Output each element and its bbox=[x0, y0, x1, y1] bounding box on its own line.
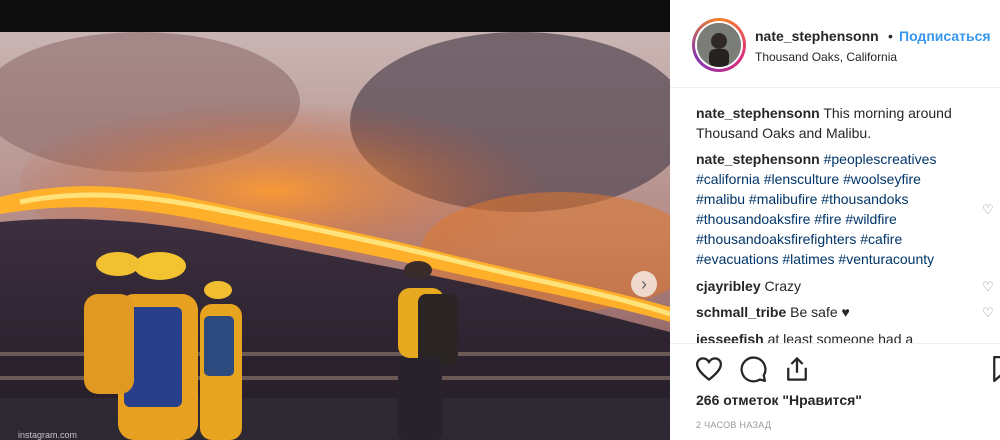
hashtag-line[interactable]: #evacuations #latimes #venturacounty bbox=[696, 251, 934, 267]
likes-count[interactable]: 266 отметок "Нравится" bbox=[696, 392, 862, 408]
chevron-right-icon: › bbox=[641, 273, 647, 294]
hashtag-line[interactable]: #thousandoaksfire #fire #wildfire bbox=[696, 211, 897, 227]
caption-text-line-2: Thousand Oaks and Malibu. bbox=[696, 125, 872, 141]
post-author-username[interactable]: nate_stephensonn bbox=[755, 28, 879, 44]
avatar-photo bbox=[697, 23, 741, 67]
post-photo[interactable]: instagram.com nate_stephensonn › bbox=[0, 32, 670, 440]
wildfire-photo bbox=[0, 32, 670, 440]
comment-username[interactable]: nate_stephensonn bbox=[696, 105, 820, 121]
comment-like-icon[interactable]: ♡ bbox=[982, 279, 996, 294]
caption-text-line-1: This morning around bbox=[823, 105, 952, 121]
post-timestamp[interactable]: 2 ЧАСОВ НАЗАД bbox=[696, 420, 771, 430]
hashtag-line[interactable]: #peoplescreatives bbox=[824, 151, 937, 167]
post-actions: 266 отметок "Нравится" 2 ЧАСОВ НАЗАД bbox=[670, 343, 1000, 440]
hashtag-line[interactable]: #thousandoaksfirefighters #cafire bbox=[696, 231, 902, 247]
comment-like-icon[interactable]: ♡ bbox=[982, 202, 996, 217]
next-photo-button[interactable]: › bbox=[631, 271, 657, 297]
post-location[interactable]: Thousand Oaks, California bbox=[755, 50, 897, 64]
avatar[interactable] bbox=[695, 21, 743, 69]
comment-text: Crazy bbox=[764, 278, 802, 294]
follow-button[interactable]: Подписаться bbox=[899, 28, 991, 44]
post-side-panel: nate_stephensonn • Подписаться Thousand … bbox=[670, 0, 1000, 440]
watermark-line-1: instagram.com bbox=[18, 430, 78, 440]
comment-text: Be safe ♥ bbox=[790, 304, 850, 320]
comment-username[interactable]: schmall_tribe bbox=[696, 304, 786, 320]
comment-like-icon[interactable]: ♡ bbox=[982, 305, 996, 320]
avatar-story-ring[interactable] bbox=[692, 18, 746, 72]
comment-username[interactable]: jesseefish bbox=[696, 331, 764, 343]
comment-username[interactable]: nate_stephensonn bbox=[696, 151, 820, 167]
photo-watermark: instagram.com nate_stephensonn bbox=[18, 430, 92, 440]
hashtag-line[interactable]: #california #lensculture #woolseyfire bbox=[696, 171, 921, 187]
hashtag-comment: nate_stephensonn #peoplescreatives #cali… bbox=[696, 149, 981, 269]
heart-icon[interactable] bbox=[694, 354, 724, 384]
comment: cjayribley Crazy bbox=[696, 276, 981, 296]
caption-comment: nate_stephensonn This morning around Tho… bbox=[696, 103, 981, 143]
comment-icon[interactable] bbox=[738, 354, 768, 384]
post-header: nate_stephensonn • Подписаться Thousand … bbox=[670, 0, 1000, 88]
comment-username[interactable]: cjayribley bbox=[696, 278, 761, 294]
hashtag-line[interactable]: #malibu #malibufire #thousandoks bbox=[696, 191, 908, 207]
share-icon[interactable] bbox=[782, 354, 812, 384]
top-bar bbox=[0, 0, 670, 32]
comment: schmall_tribe Be safe ♥ bbox=[696, 302, 981, 322]
comment-text: at least someone had a bbox=[767, 331, 914, 343]
comment: jesseefish at least someone had a bbox=[696, 329, 981, 343]
separator-dot: • bbox=[888, 28, 893, 44]
bookmark-icon[interactable] bbox=[988, 354, 1000, 384]
comments-list[interactable]: nate_stephensonn This morning around Tho… bbox=[670, 88, 1000, 343]
